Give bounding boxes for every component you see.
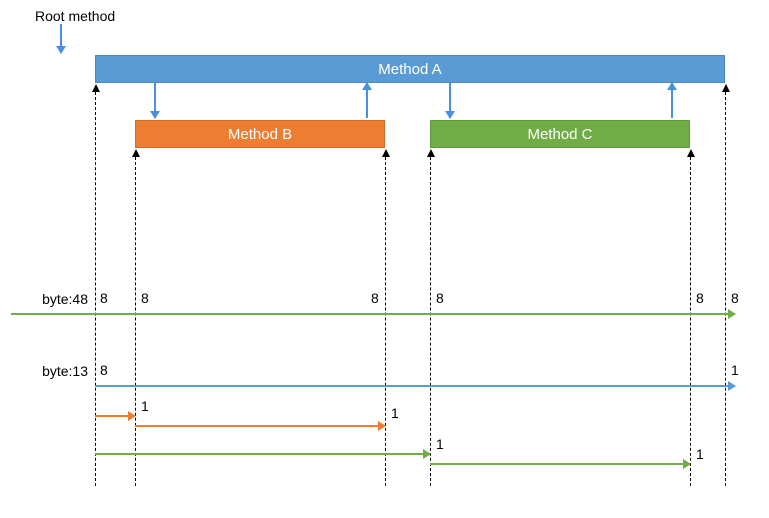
tick-b-start — [132, 149, 140, 157]
guide-b-end — [385, 157, 386, 486]
row2-orange1-num: 1 — [141, 398, 149, 414]
row1-m2: 8 — [141, 290, 149, 306]
row1-m6: 8 — [731, 290, 739, 306]
call-a-to-b-arrow — [154, 83, 156, 118]
row2-orange2-num: 1 — [391, 405, 399, 421]
row2-green2-num: 1 — [696, 446, 704, 462]
root-method-label: Root method — [35, 8, 115, 24]
return-c-to-a-arrow — [671, 83, 673, 118]
root-arrow — [60, 24, 62, 53]
method-c-label: Method C — [527, 126, 592, 143]
tick-c-start — [427, 149, 435, 157]
row1-m1: 8 — [100, 290, 108, 306]
row2-green1-num: 1 — [436, 436, 444, 452]
row2-blue-end-num: 1 — [731, 362, 739, 378]
row1-m5: 8 — [696, 290, 704, 306]
row2-label: byte:13 — [42, 363, 88, 379]
row1-span — [11, 313, 735, 315]
method-a-bar: Method A — [95, 55, 725, 83]
tick-b-end — [382, 149, 390, 157]
guide-a-start — [95, 92, 96, 486]
row1-m4: 8 — [436, 290, 444, 306]
tick-c-end — [687, 149, 695, 157]
method-c-bar: Method C — [430, 120, 690, 148]
tick-a-end — [722, 84, 730, 92]
row2-blue-start-num: 8 — [100, 362, 108, 378]
row1-m3: 8 — [371, 290, 379, 306]
guide-c-end — [690, 157, 691, 486]
row2-green-span1 — [95, 453, 430, 455]
method-b-bar: Method B — [135, 120, 385, 148]
row1-label: byte:48 — [42, 291, 88, 307]
row2-blue-span — [95, 385, 735, 387]
row2-orange-span1 — [95, 415, 135, 417]
method-a-label: Method A — [378, 61, 441, 78]
tick-a-start — [92, 84, 100, 92]
guide-a-end — [725, 92, 726, 486]
guide-c-start — [430, 157, 431, 486]
row2-orange-span2 — [135, 425, 385, 427]
row2-green-span2 — [430, 463, 690, 465]
method-b-label: Method B — [228, 126, 292, 143]
diagram-canvas: Root method Method A Method B Method C b… — [0, 0, 769, 518]
call-a-to-c-arrow — [449, 83, 451, 118]
guide-b-start — [135, 157, 136, 486]
return-b-to-a-arrow — [366, 83, 368, 118]
